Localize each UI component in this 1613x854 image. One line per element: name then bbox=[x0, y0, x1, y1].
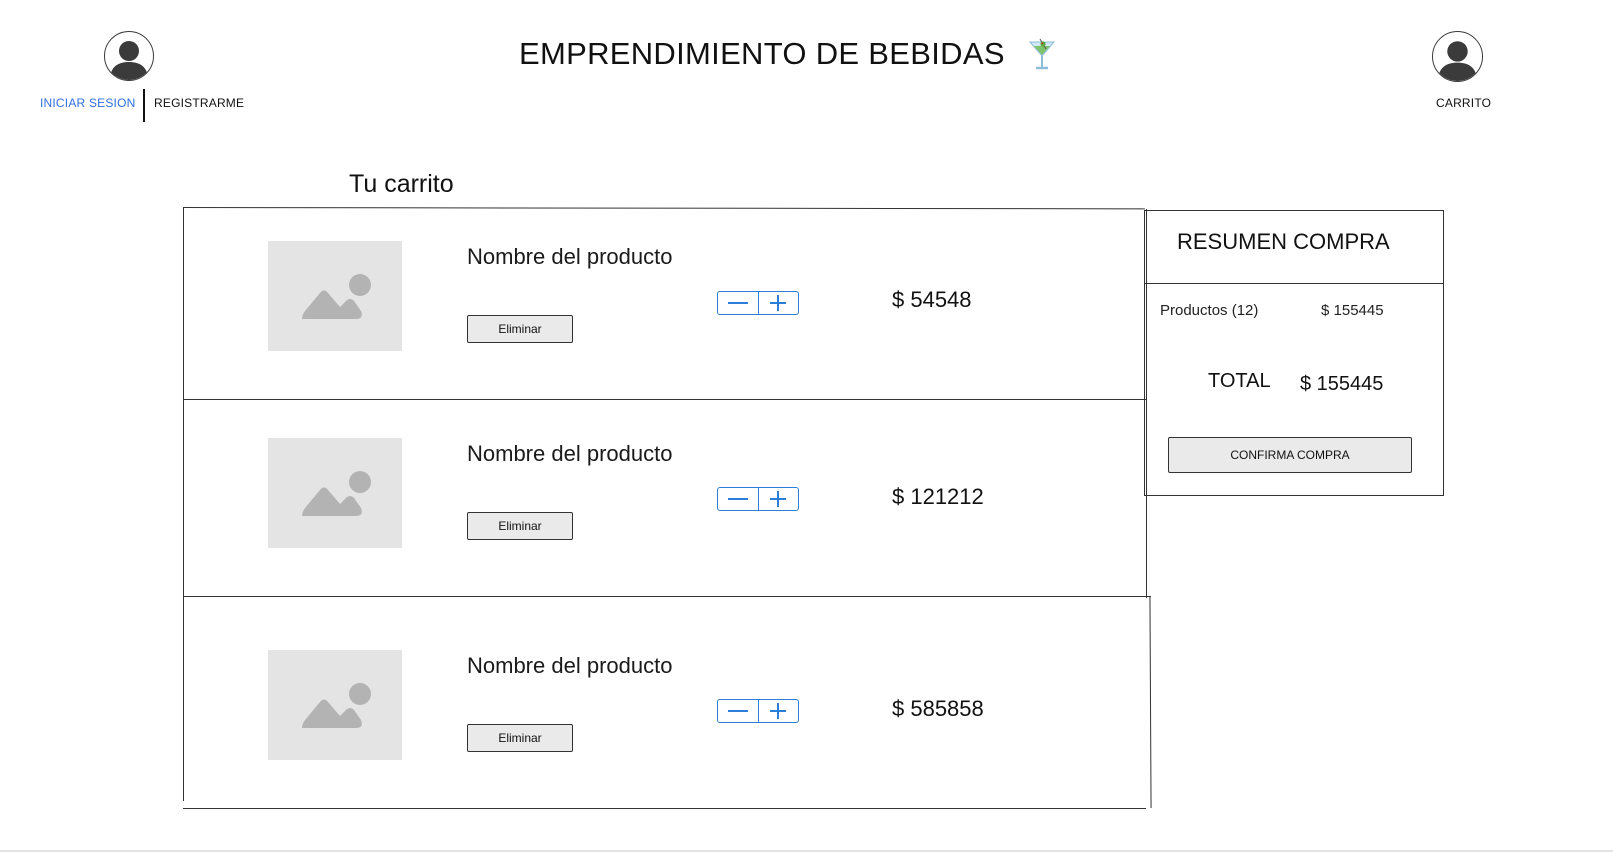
cart-avatar-icon[interactable] bbox=[1432, 31, 1483, 82]
product-image-placeholder-icon bbox=[268, 241, 402, 351]
remove-item-button[interactable]: Eliminar bbox=[467, 512, 573, 540]
quantity-stepper bbox=[717, 291, 799, 315]
user-avatar-icon[interactable] bbox=[104, 31, 154, 81]
product-name: Nombre del producto bbox=[467, 244, 673, 269]
total-value: $ 155445 bbox=[1300, 373, 1384, 395]
cart-title: Tu carrito bbox=[349, 170, 454, 198]
product-price: $ 585858 bbox=[892, 696, 984, 721]
row-divider bbox=[183, 596, 1151, 597]
cart-frame-top bbox=[182, 207, 1145, 210]
minus-icon[interactable] bbox=[718, 292, 758, 314]
cart-frame-left bbox=[183, 207, 184, 801]
row-divider bbox=[183, 399, 1147, 400]
product-image-placeholder-icon bbox=[268, 438, 402, 548]
quantity-stepper bbox=[717, 487, 799, 511]
cart-frame-bottom bbox=[183, 808, 1146, 809]
page-bottom-edge bbox=[0, 850, 1613, 852]
header-link-divider bbox=[143, 89, 145, 122]
plus-icon[interactable] bbox=[757, 292, 799, 314]
summary-title: RESUMEN COMPRA bbox=[1177, 229, 1390, 254]
quantity-stepper bbox=[717, 699, 799, 723]
products-count-label: Productos (12) bbox=[1160, 302, 1259, 319]
cart-link[interactable]: CARRITO bbox=[1436, 96, 1491, 110]
minus-icon[interactable] bbox=[718, 700, 758, 722]
remove-item-button[interactable]: Eliminar bbox=[467, 315, 573, 343]
product-name: Nombre del producto bbox=[467, 441, 673, 466]
product-name: Nombre del producto bbox=[467, 653, 673, 678]
product-price: $ 54548 bbox=[892, 287, 972, 312]
page-title: EMPRENDIMIENTO DE BEBIDAS bbox=[519, 36, 1005, 71]
product-image-placeholder-icon bbox=[268, 650, 402, 760]
plus-icon[interactable] bbox=[757, 700, 799, 722]
plus-icon[interactable] bbox=[757, 488, 799, 510]
total-label: TOTAL bbox=[1208, 370, 1271, 392]
summary-header-divider bbox=[1144, 283, 1444, 284]
cocktail-icon bbox=[1027, 37, 1057, 71]
register-link[interactable]: REGISTRARME bbox=[154, 96, 244, 110]
login-link[interactable]: INICIAR SESION bbox=[40, 96, 135, 110]
site-header: EMPRENDIMIENTO DE BEBIDAS bbox=[519, 36, 1057, 72]
confirm-purchase-button[interactable]: CONFIRMA COMPRA bbox=[1168, 437, 1412, 473]
product-price: $ 121212 bbox=[892, 484, 984, 509]
cart-frame-right-lower bbox=[1149, 595, 1152, 809]
products-subtotal: $ 155445 bbox=[1321, 302, 1384, 319]
minus-icon[interactable] bbox=[718, 488, 758, 510]
remove-item-button[interactable]: Eliminar bbox=[467, 724, 573, 752]
